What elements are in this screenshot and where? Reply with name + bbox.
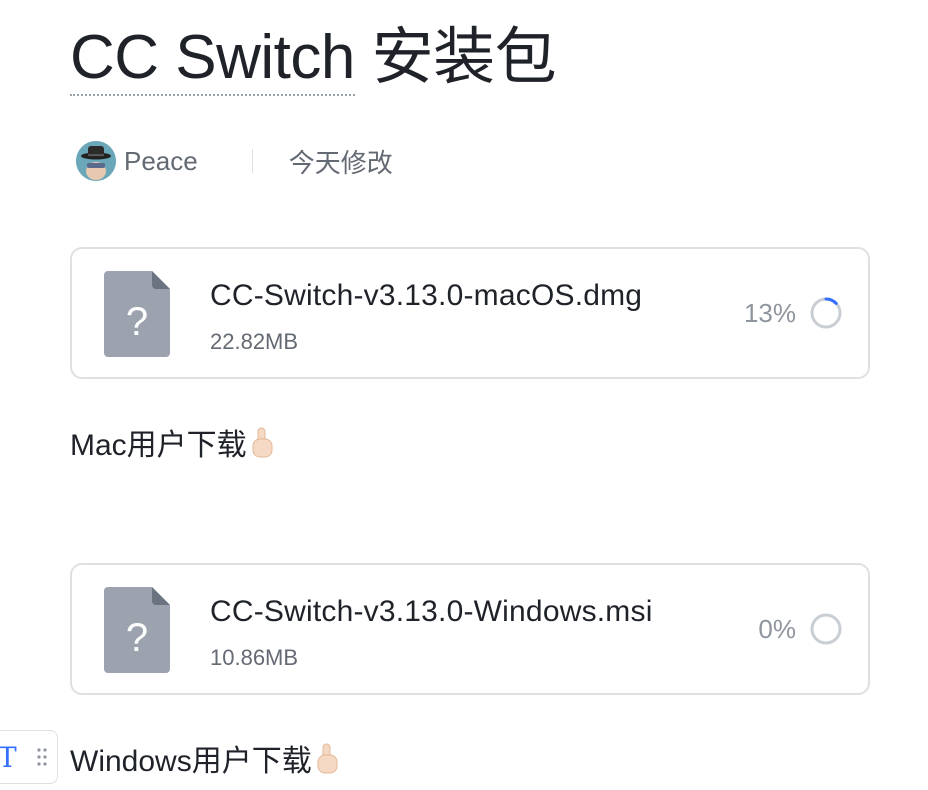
modified-time: 今天修改 (288, 147, 393, 178)
mac-download-paragraph: Mac用户下载 (70, 420, 275, 464)
text-block-icon[interactable]: T (0, 741, 17, 774)
progress-percent: 13% (743, 297, 796, 328)
file-card-windows[interactable]: ? CC-Switch-v3.13.0-Windows.msi 10.86MB … (70, 563, 870, 695)
download-progress: 0% (758, 611, 844, 647)
windows-download-text: Windows用户下载 (70, 745, 312, 778)
unknown-file-icon: ? (104, 587, 170, 673)
meta-divider (251, 149, 253, 173)
unknown-file-icon: ? (104, 271, 170, 357)
page-title: CC Switch 安装包 (70, 20, 557, 96)
author-name[interactable]: Peace (124, 146, 198, 177)
pointing-up-icon (317, 743, 338, 774)
file-card-macos[interactable]: ? CC-Switch-v3.13.0-macOS.dmg 22.82MB 13… (70, 247, 870, 379)
mac-download-text: Mac用户下载 (70, 429, 247, 462)
svg-text:?: ? (126, 616, 148, 660)
pointing-up-icon (252, 427, 273, 458)
download-progress: 13% (744, 295, 844, 331)
title-linked-text[interactable]: CC Switch (70, 23, 355, 96)
file-name: CC-Switch-v3.13.0-Windows.msi (210, 595, 653, 628)
file-name: CC-Switch-v3.13.0-macOS.dmg (210, 279, 643, 312)
title-rest-text: 安装包 (354, 23, 557, 92)
progress-percent: 0% (758, 613, 796, 644)
svg-text:?: ? (126, 300, 148, 344)
block-handle[interactable]: T (0, 730, 58, 784)
windows-download-paragraph: Windows用户下载 (70, 736, 340, 780)
file-size: 10.86MB (210, 645, 299, 670)
document-page: CC Switch 安装包 Peace 今天修改 ? CC-Switch-v3.… (0, 0, 928, 790)
drag-handle-icon[interactable] (37, 747, 47, 767)
file-size: 22.82MB (210, 329, 299, 354)
progress-ring-icon[interactable] (808, 295, 844, 331)
document-meta: Peace 今天修改 (76, 140, 393, 182)
avatar[interactable] (76, 141, 116, 181)
progress-ring-icon[interactable] (808, 611, 844, 647)
